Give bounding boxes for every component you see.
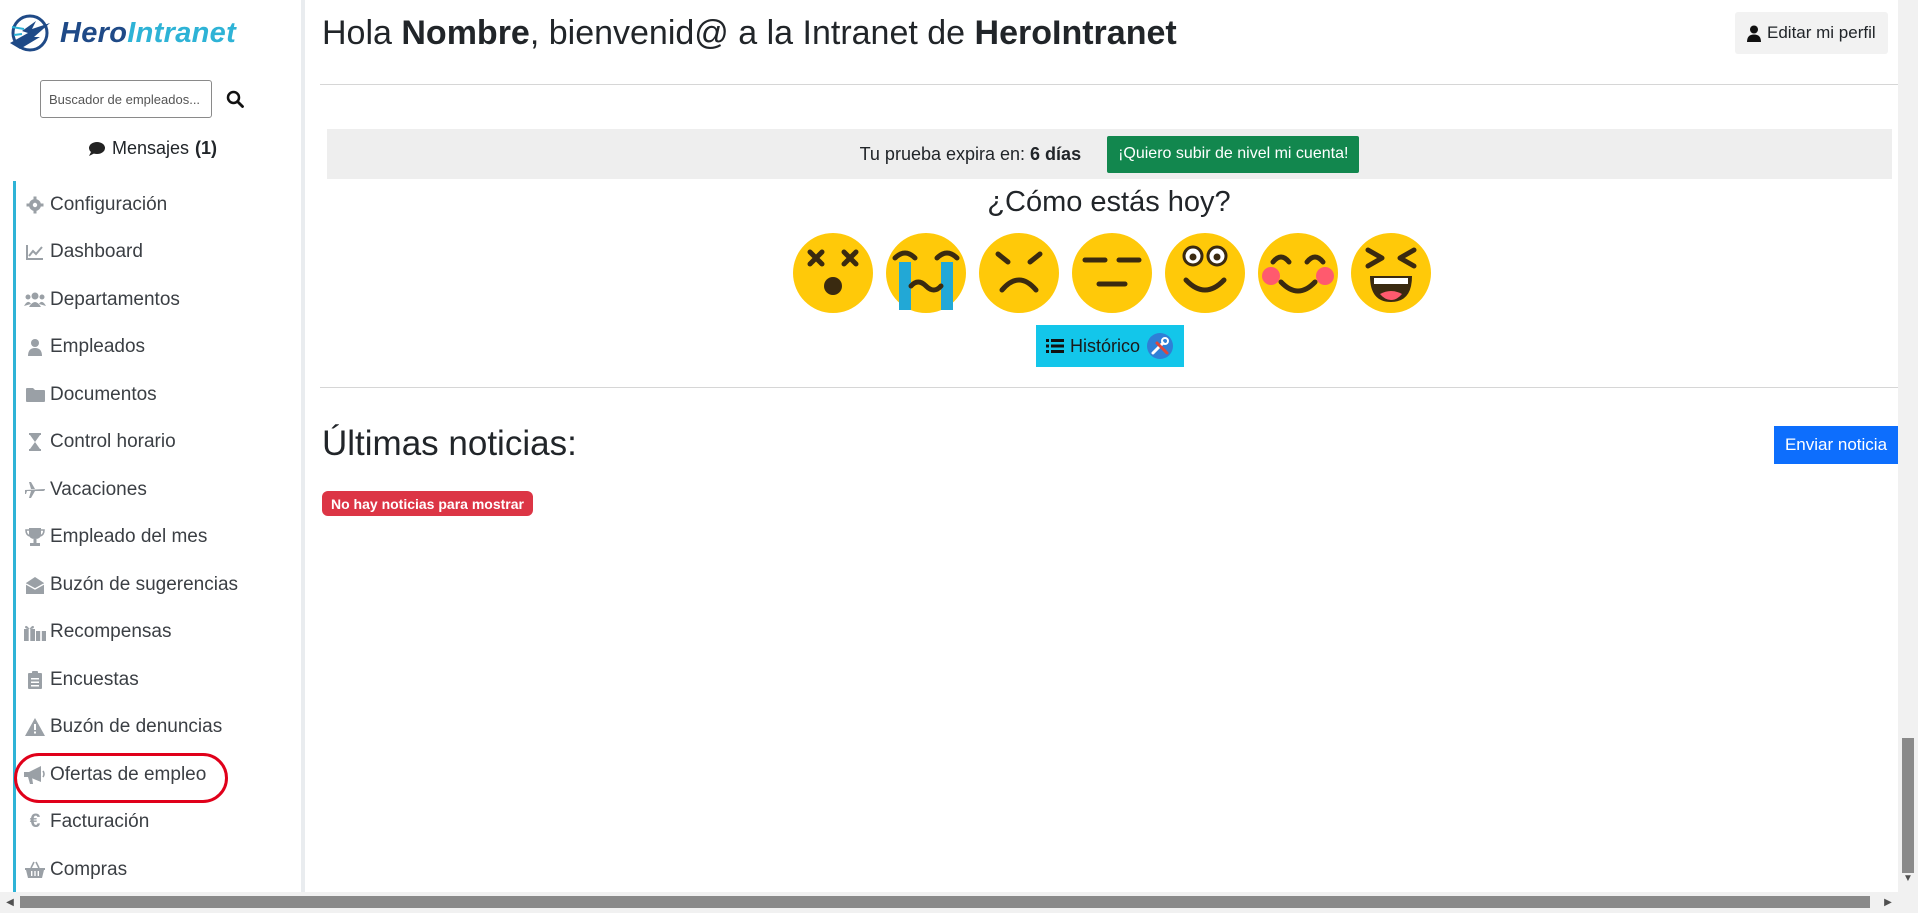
sidebar-item-label: Documentos bbox=[50, 383, 157, 405]
sidebar: HeroIntranet Mensajes (1) Configuración … bbox=[0, 0, 305, 894]
news-title: Últimas noticias: bbox=[322, 424, 577, 463]
basket-icon bbox=[24, 860, 46, 880]
sidebar-item-label: Recompensas bbox=[50, 621, 172, 643]
user-icon bbox=[24, 337, 46, 357]
trial-text: Tu prueba expira en: 6 días bbox=[859, 143, 1082, 164]
divider bbox=[320, 387, 1898, 388]
hourglass-icon bbox=[24, 432, 46, 452]
sidebar-item-label: Control horario bbox=[50, 431, 176, 453]
edit-profile-button[interactable]: Editar mi perfil bbox=[1735, 12, 1888, 54]
horizontal-scrollbar[interactable]: ◀ ▶ bbox=[0, 892, 1918, 913]
clipboard-list-icon bbox=[24, 670, 46, 690]
main-content: Hola Nombre, bienvenid@ a la Intranet de… bbox=[320, 0, 1898, 892]
messages-label: Mensajes bbox=[111, 138, 190, 158]
sidebar-item-label: Ofertas de empleo bbox=[50, 763, 207, 785]
sidebar-item-compras[interactable]: Compras bbox=[13, 846, 299, 894]
messages-count: (1) bbox=[195, 138, 218, 158]
sidebar-item-dashboard[interactable]: Dashboard bbox=[13, 228, 299, 276]
sidebar-item-buzon-denuncias[interactable]: Buzón de denuncias bbox=[13, 703, 299, 751]
employee-search-input[interactable] bbox=[40, 80, 212, 118]
edit-profile-label: Editar mi perfil bbox=[1767, 23, 1876, 42]
sidebar-item-facturacion[interactable]: € Facturación bbox=[13, 798, 299, 846]
vertical-scrollbar[interactable]: ▼ bbox=[1898, 0, 1918, 892]
no-news-badge: No hay noticias para mostrar bbox=[322, 491, 533, 516]
scroll-right-arrow-icon[interactable]: ▶ bbox=[1878, 892, 1898, 913]
list-icon bbox=[1045, 339, 1064, 353]
sidebar-item-departamentos[interactable]: Departamentos bbox=[13, 276, 299, 324]
trophy-icon bbox=[24, 527, 46, 547]
sidebar-item-recompensas[interactable]: Recompensas bbox=[13, 608, 299, 656]
sidebar-item-label: Buzón de denuncias bbox=[50, 716, 223, 738]
sidebar-item-label: Vacaciones bbox=[50, 478, 147, 500]
comment-icon bbox=[88, 141, 105, 156]
sidebar-item-label: Configuración bbox=[50, 193, 168, 215]
sidebar-item-empleado-del-mes[interactable]: Empleado del mes bbox=[13, 513, 299, 561]
user-icon bbox=[1747, 25, 1761, 42]
sidebar-item-label: Buzón de sugerencias bbox=[50, 573, 239, 595]
sidebar-item-label: Departamentos bbox=[50, 288, 180, 310]
search-button[interactable] bbox=[220, 80, 250, 118]
upgrade-account-button[interactable]: ¡Quiero subir de nivel mi cuenta! bbox=[1107, 135, 1360, 173]
sidebar-item-buzon-sugerencias[interactable]: Buzón de sugerencias bbox=[13, 561, 299, 609]
envelope-open-icon bbox=[24, 575, 46, 595]
frowning-face-icon[interactable] bbox=[978, 232, 1060, 314]
megaphone-icon bbox=[24, 765, 46, 785]
messages-link[interactable]: Mensajes (1) bbox=[0, 138, 305, 159]
laughing-face-icon[interactable] bbox=[1350, 232, 1432, 314]
employee-search bbox=[40, 80, 250, 118]
sidebar-item-ofertas-empleo[interactable]: Ofertas de empleo bbox=[13, 751, 299, 799]
sidebar-item-label: Compras bbox=[50, 858, 128, 880]
users-icon bbox=[24, 290, 46, 310]
trial-days: 6 días bbox=[1030, 143, 1082, 164]
sidebar-item-documentos[interactable]: Documentos bbox=[13, 371, 299, 419]
brand-name: HeroIntranet bbox=[60, 16, 237, 49]
sidebar-item-empleados[interactable]: Empleados bbox=[13, 323, 299, 371]
sidebar-item-control-horario[interactable]: Control horario bbox=[13, 418, 299, 466]
sidebar-item-label: Encuestas bbox=[50, 668, 139, 690]
gear-icon bbox=[24, 195, 46, 215]
hero-logo-icon bbox=[10, 14, 50, 52]
mood-history-button[interactable]: Histórico bbox=[1036, 325, 1184, 367]
sidebar-item-configuracion[interactable]: Configuración bbox=[13, 181, 299, 229]
sidebar-item-encuestas[interactable]: Encuestas bbox=[13, 656, 299, 704]
warning-icon bbox=[24, 717, 46, 737]
scroll-left-arrow-icon[interactable]: ◀ bbox=[0, 892, 20, 913]
sidebar-item-label: Dashboard bbox=[50, 241, 143, 263]
gifts-icon bbox=[24, 622, 46, 642]
tools-badge-icon bbox=[1147, 333, 1173, 359]
sidebar-item-label: Empleados bbox=[50, 336, 146, 358]
sidebar-item-label: Facturación bbox=[50, 811, 150, 833]
scroll-down-arrow-icon[interactable]: ▼ bbox=[1902, 872, 1914, 886]
mood-title: ¿Cómo estás hoy? bbox=[987, 186, 1231, 218]
expressionless-face-icon[interactable] bbox=[1071, 232, 1153, 314]
trial-banner: Tu prueba expira en: 6 días ¡Quiero subi… bbox=[327, 129, 1892, 179]
chart-line-icon bbox=[24, 242, 46, 262]
crying-face-icon[interactable] bbox=[885, 232, 967, 314]
sidebar-menu: Configuración Dashboard Departamentos Em… bbox=[13, 181, 299, 894]
smiling-face-icon[interactable] bbox=[1164, 232, 1246, 314]
brand-logo[interactable]: HeroIntranet bbox=[8, 10, 236, 56]
sidebar-item-vacaciones[interactable]: Vacaciones bbox=[13, 466, 299, 514]
page-title: Hola Nombre, bienvenid@ a la Intranet de… bbox=[322, 14, 1177, 52]
search-icon bbox=[226, 90, 244, 108]
horizontal-scrollbar-thumb[interactable] bbox=[20, 896, 1870, 908]
sidebar-item-label: Empleado del mes bbox=[50, 526, 208, 548]
mood-history-label: Histórico bbox=[1069, 335, 1140, 356]
dizzy-face-icon[interactable] bbox=[792, 232, 874, 314]
vertical-scrollbar-thumb[interactable] bbox=[1902, 738, 1914, 873]
mood-options bbox=[792, 232, 1432, 314]
divider bbox=[320, 84, 1898, 85]
folder-icon bbox=[24, 385, 46, 405]
plane-icon bbox=[24, 480, 46, 500]
blushing-face-icon[interactable] bbox=[1257, 232, 1339, 314]
send-news-button[interactable]: Enviar noticia bbox=[1774, 426, 1898, 464]
euro-icon: € bbox=[29, 811, 41, 833]
